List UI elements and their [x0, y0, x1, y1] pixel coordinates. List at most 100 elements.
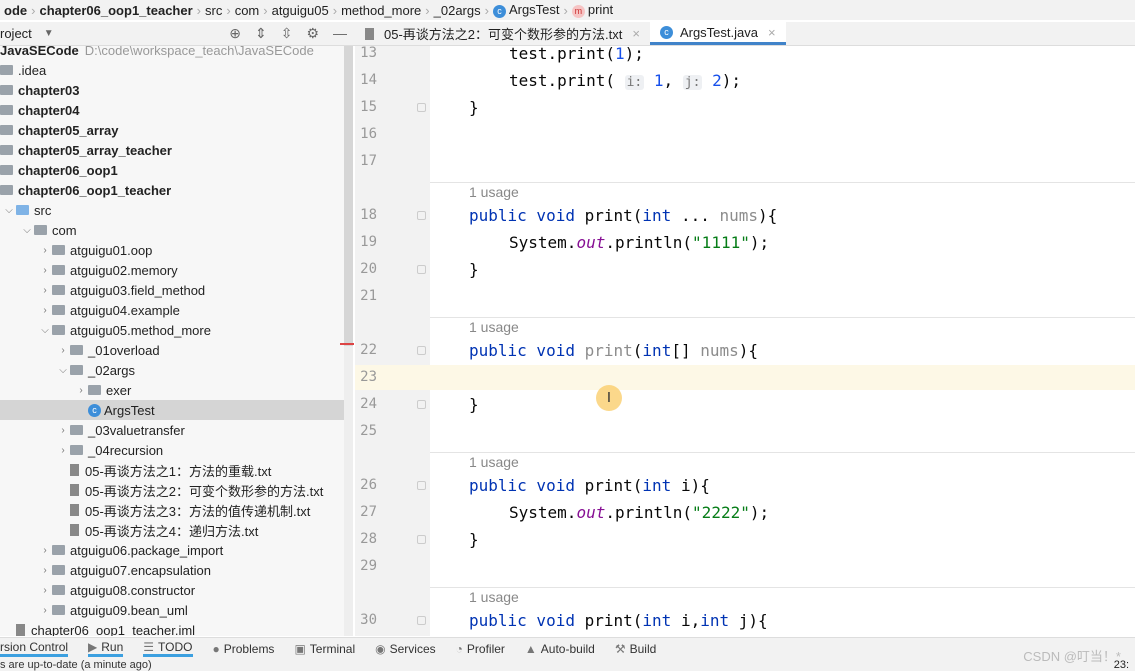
expand-all-icon[interactable]: ⇕ [255, 25, 267, 42]
tree-item[interactable]: chapter06_oop1 [0, 160, 353, 180]
chevron-right-icon[interactable]: › [38, 545, 52, 556]
tree-item[interactable]: 05-再谈方法之3：方法的值传递机制.txt [0, 500, 353, 520]
tree-item[interactable]: 05-再谈方法之1：方法的重载.txt [0, 460, 353, 480]
breadcrumb-item[interactable]: c ArgsTest [489, 2, 564, 18]
breadcrumb-item[interactable]: method_more [337, 3, 425, 18]
code-line[interactable]: public void print(int ... nums){ [469, 206, 777, 225]
breadcrumb-item[interactable]: ode [0, 3, 31, 18]
fold-icon[interactable] [417, 481, 426, 490]
tree-item[interactable]: c ArgsTest [0, 400, 353, 420]
tree-item[interactable]: 05-再谈方法之4：递归方法.txt [0, 520, 353, 540]
tool-window-button[interactable]: ◔ Profiler [456, 642, 505, 656]
tree-item[interactable]: › _03valuetransfer [0, 420, 353, 440]
tool-window-button[interactable]: rsion Control [0, 640, 69, 657]
code-line[interactable]: test.print(1); [509, 44, 644, 63]
tree-item[interactable]: chapter05_array_teacher [0, 140, 353, 160]
tree-item[interactable]: › exer [0, 380, 353, 400]
usage-hint[interactable]: 1 usage [469, 184, 519, 200]
project-view-selector[interactable]: roject [0, 26, 32, 41]
tool-window-button[interactable]: ☰ TODO [143, 640, 193, 657]
breadcrumb-item[interactable]: m print [568, 2, 617, 18]
code-line[interactable]: public void print(int[] nums){ [469, 341, 758, 360]
tree-item[interactable]: ⌵ atguigu05.method_more [0, 320, 353, 340]
code-line[interactable]: } [469, 530, 479, 549]
fold-icon[interactable] [417, 211, 426, 220]
fold-icon[interactable] [417, 265, 426, 274]
code-line[interactable]: } [469, 260, 479, 279]
chevron-right-icon[interactable]: › [38, 585, 52, 596]
tree-scrollbar[interactable] [344, 46, 353, 636]
tree-item[interactable]: › atguigu02.memory [0, 260, 353, 280]
fold-icon[interactable] [417, 400, 426, 409]
code-line[interactable]: System.out.println("2222"); [509, 503, 769, 522]
tree-item[interactable]: chapter06_oop1_teacher [0, 180, 353, 200]
chevron-right-icon[interactable]: › [38, 285, 52, 296]
chevron-right-icon[interactable]: › [38, 305, 52, 316]
close-icon[interactable]: × [768, 25, 776, 40]
usage-hint[interactable]: 1 usage [469, 454, 519, 470]
code-line[interactable]: test.print( i: 1, j: 2); [509, 71, 741, 90]
chevron-right-icon[interactable]: › [56, 445, 70, 456]
chevron-right-icon[interactable]: › [38, 245, 52, 256]
tree-root[interactable]: JavaSECode D:\code\workspace_teach\JavaSE… [0, 46, 353, 60]
tool-window-button[interactable]: ◉ Services [375, 642, 436, 656]
tab-txt-file[interactable]: 05-再谈方法之2：可变个数形参的方法.txt × [355, 22, 650, 45]
tree-item[interactable]: chapter06_oop1_teacher.iml [0, 620, 353, 636]
fold-icon[interactable] [417, 535, 426, 544]
chevron-right-icon[interactable]: › [38, 605, 52, 616]
chevron-right-icon[interactable]: › [74, 385, 88, 396]
breadcrumb-item[interactable]: chapter06_oop1_teacher [35, 3, 196, 18]
tree-item[interactable]: 05-再谈方法之2：可变个数形参的方法.txt [0, 480, 353, 500]
close-icon[interactable]: × [632, 26, 640, 41]
tree-item[interactable]: ⌵ src [0, 200, 353, 220]
code-line[interactable]: public void print(int i){ [469, 476, 710, 495]
fold-icon[interactable] [417, 616, 426, 625]
breadcrumb-item[interactable]: com [231, 3, 264, 18]
usage-hint[interactable]: 1 usage [469, 589, 519, 605]
gear-icon[interactable]: ⚙ [306, 25, 319, 42]
tree-item[interactable]: chapter04 [0, 100, 353, 120]
code-line[interactable]: System.out.println("1111"); [509, 233, 769, 252]
tool-window-button[interactable]: ▣ Terminal [294, 642, 355, 656]
tree-item[interactable]: › atguigu06.package_import [0, 540, 353, 560]
usage-hint[interactable]: 1 usage [469, 319, 519, 335]
breadcrumb-item[interactable]: _02args [430, 3, 485, 18]
chevron-down-icon[interactable]: ⌵ [20, 225, 34, 236]
tree-item[interactable]: .idea [0, 60, 353, 80]
locate-icon[interactable]: ⊕ [229, 25, 241, 42]
tree-item[interactable]: › atguigu04.example [0, 300, 353, 320]
tree-item[interactable]: chapter05_array [0, 120, 353, 140]
tree-item[interactable]: › atguigu03.field_method [0, 280, 353, 300]
code-line[interactable]: public void print(int i,int j){ [469, 611, 768, 630]
tool-window-button[interactable]: ▶ Run [88, 640, 124, 657]
chevron-down-icon[interactable]: ⌵ [56, 365, 70, 376]
chevron-right-icon[interactable]: › [38, 565, 52, 576]
tree-item[interactable]: › atguigu07.encapsulation [0, 560, 353, 580]
breadcrumb-item[interactable]: src [201, 3, 226, 18]
chevron-down-icon[interactable]: ⌵ [2, 205, 16, 216]
fold-icon[interactable] [417, 103, 426, 112]
chevron-right-icon[interactable]: › [56, 345, 70, 356]
tab-argstest[interactable]: c ArgsTest.java × [649, 22, 786, 45]
tool-window-button[interactable]: ▲ Auto-build [525, 642, 595, 656]
tool-window-button[interactable]: ⚒ Build [615, 642, 656, 656]
tree-item[interactable]: › atguigu09.bean_uml [0, 600, 353, 620]
tree-item[interactable]: ⌵ com [0, 220, 353, 240]
code-line[interactable]: } [469, 395, 479, 414]
code-line[interactable]: } [469, 98, 479, 117]
tree-item[interactable]: › _01overload [0, 340, 353, 360]
breadcrumb-item[interactable]: atguigu05 [268, 3, 333, 18]
tool-window-button[interactable]: ● Problems [213, 642, 275, 656]
chevron-down-icon[interactable]: ▼ [44, 28, 54, 39]
tree-item[interactable]: chapter03 [0, 80, 353, 100]
chevron-down-icon[interactable]: ⌵ [38, 325, 52, 336]
fold-icon[interactable] [417, 346, 426, 355]
chevron-right-icon[interactable]: › [56, 425, 70, 436]
tree-item[interactable]: › atguigu08.constructor [0, 580, 353, 600]
tree-item[interactable]: ⌵ _02args [0, 360, 353, 380]
collapse-all-icon[interactable]: ⇳ [281, 25, 293, 42]
tree-item[interactable]: › atguigu01.oop [0, 240, 353, 260]
hide-icon[interactable]: — [333, 25, 347, 42]
tree-item[interactable]: › _04recursion [0, 440, 353, 460]
chevron-right-icon[interactable]: › [38, 265, 52, 276]
